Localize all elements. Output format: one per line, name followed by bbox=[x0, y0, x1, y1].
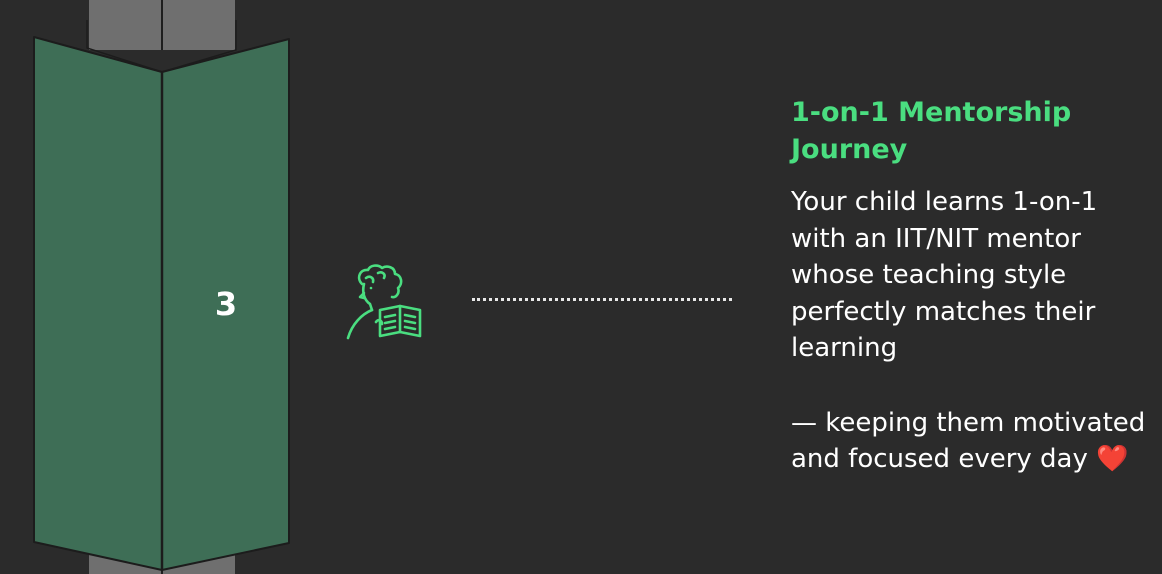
dotted-connector bbox=[472, 298, 732, 301]
step-title: 1-on-1 Mentorship Journey bbox=[791, 97, 1072, 165]
step-number: 3 bbox=[214, 285, 238, 323]
description-paragraph-2: — keeping them motivated and focused eve… bbox=[791, 405, 1156, 478]
mentorship-step-panel: 3 1-on-1 Mentorship Journey Your child l… bbox=[0, 0, 1162, 574]
description-paragraph-1: Your child learns 1-on-1 with an IIT/NIT… bbox=[791, 187, 1098, 363]
student-reading-book-icon bbox=[346, 264, 422, 340]
step-description: 1-on-1 Mentorship Journey Your child lea… bbox=[791, 94, 1156, 478]
heart-icon: ❤️ bbox=[1096, 444, 1129, 474]
pillar-left-face bbox=[33, 36, 163, 571]
description-paragraph-2-text: — keeping them motivated and focused eve… bbox=[791, 407, 1146, 475]
